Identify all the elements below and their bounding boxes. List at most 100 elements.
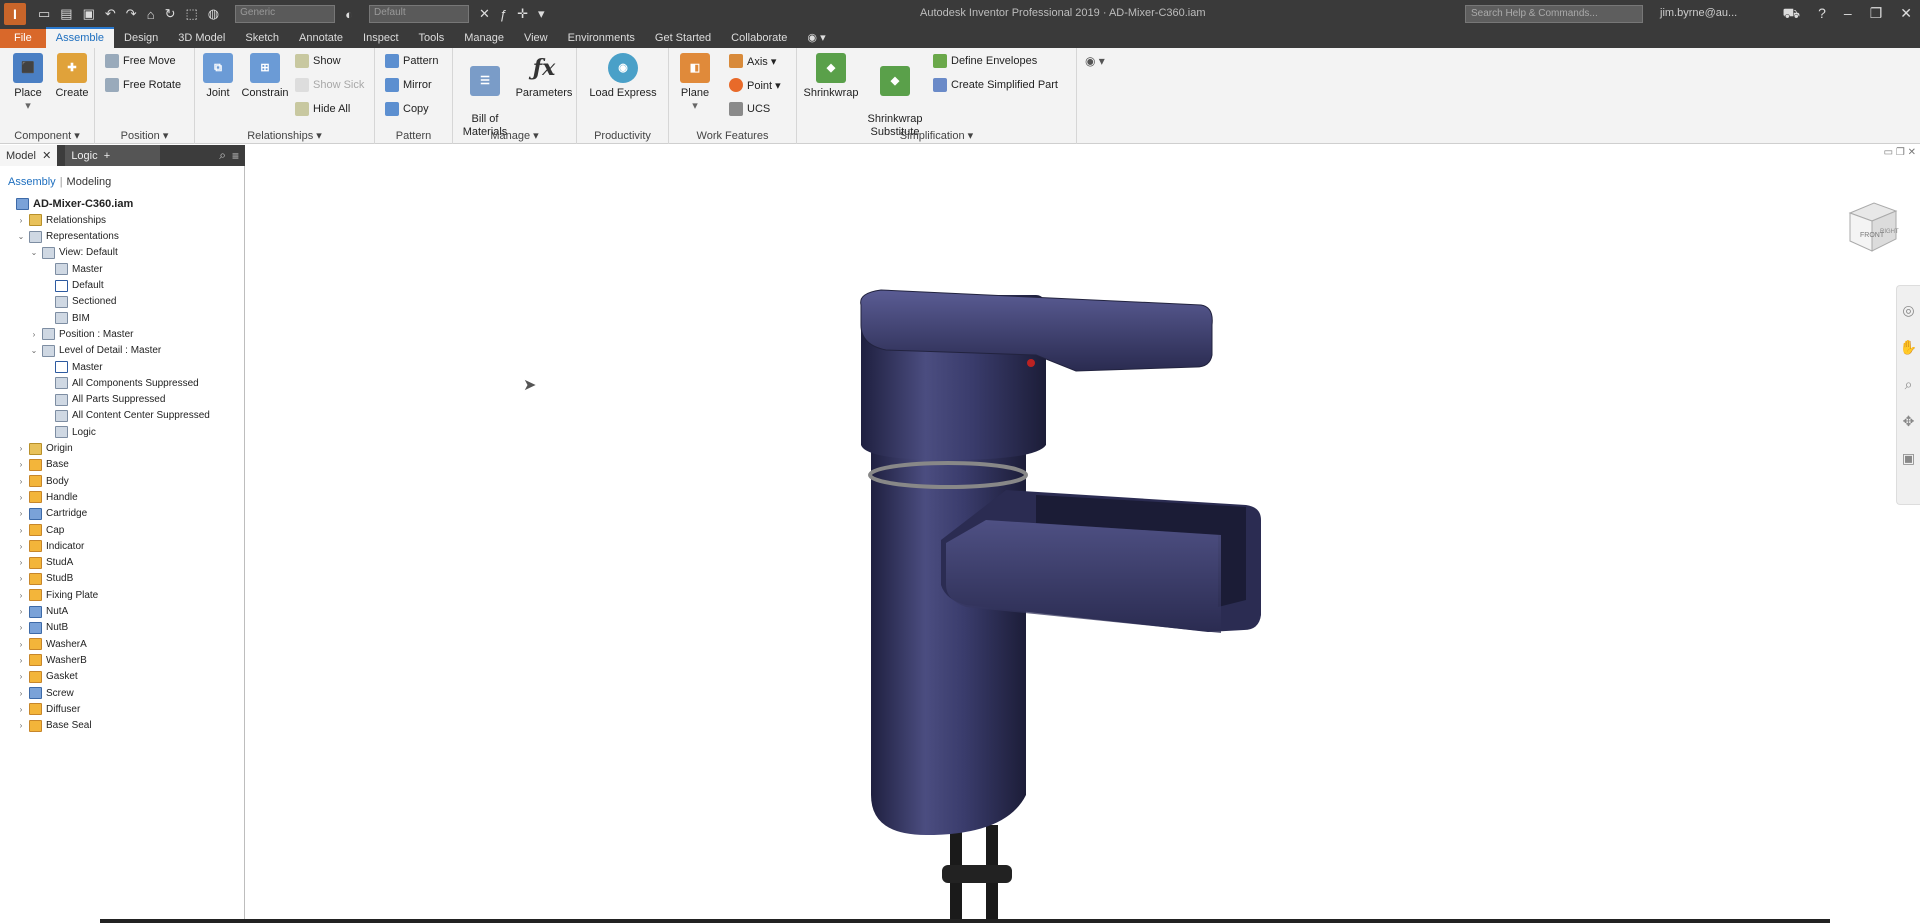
free-move-button[interactable]: Free Move [105, 54, 176, 68]
load-express-button[interactable]: ◉ Load Express [581, 53, 665, 100]
define-envelopes-button[interactable]: Define Envelopes [933, 54, 1037, 68]
home-icon[interactable]: ⌂ [147, 7, 155, 22]
expand-chevron-icon[interactable]: › [17, 623, 25, 632]
redo-icon[interactable]: ↷ [126, 6, 137, 22]
bill-of-materials-button[interactable]: ☰ Bill of Materials [457, 53, 513, 139]
ribbon-options-icon[interactable]: ◉ ▾ [1085, 54, 1105, 68]
tree-item[interactable]: › Indicator [17, 538, 84, 554]
position-panel-label[interactable]: Position ▾ [95, 129, 194, 142]
tree-item[interactable]: Default [43, 278, 104, 294]
menu-icon[interactable]: ≡ [232, 149, 245, 163]
expand-chevron-icon[interactable]: › [17, 526, 25, 535]
tab-file[interactable]: File [0, 29, 46, 48]
expand-chevron-icon[interactable]: › [17, 558, 25, 567]
expand-chevron-icon[interactable]: › [17, 493, 25, 502]
tree-item[interactable]: › Position : Master [30, 326, 133, 342]
tab-inspect[interactable]: Inspect [353, 29, 408, 48]
pan-icon[interactable]: ✋ [1900, 339, 1917, 356]
appearance-combo[interactable]: Default [368, 5, 469, 23]
graphics-viewport[interactable]: ▭ ❐ ✕ FRONT RIGHT ◎ ✋ ⌕ ✥ ▣ ➤ [246, 145, 1920, 923]
simplification-panel-label[interactable]: Simplification ▾ [797, 129, 1076, 142]
qat-dropdown-icon[interactable]: ▾ [538, 6, 545, 22]
cart-icon[interactable]: ⛟ [1782, 5, 1800, 24]
shrinkwrap-button[interactable]: ◆ Shrinkwrap [801, 53, 861, 100]
tree-item[interactable]: › Base [17, 457, 69, 473]
expand-chevron-icon[interactable]: › [17, 689, 25, 698]
expand-chevron-icon[interactable]: › [17, 721, 25, 730]
tree-item[interactable]: Master [43, 359, 103, 375]
save-icon[interactable]: ▣ [83, 6, 95, 22]
create-simplified-part-button[interactable]: Create Simplified Part [933, 78, 1058, 92]
undo-icon[interactable]: ↶ [105, 6, 116, 22]
help-search-input[interactable]: Search Help & Commands... [1465, 5, 1643, 23]
tree-item[interactable]: All Content Center Suppressed [43, 408, 210, 424]
fx-icon[interactable]: ƒ [500, 7, 507, 22]
tree-item[interactable]: › Fixing Plate [17, 587, 98, 603]
mirror-button[interactable]: Mirror [385, 78, 432, 92]
tab-environments[interactable]: Environments [558, 29, 645, 48]
tab-3d-model[interactable]: 3D Model [168, 29, 235, 48]
tree-item[interactable]: › Cartridge [17, 506, 87, 522]
update-icon[interactable]: ↻ [165, 6, 176, 22]
expand-chevron-icon[interactable]: › [30, 330, 38, 339]
look-at-icon[interactable]: ▣ [1902, 450, 1915, 467]
tab-manage[interactable]: Manage [454, 29, 514, 48]
constrain-button[interactable]: ⊞ Constrain [239, 53, 291, 100]
create-button[interactable]: ✚ Create [52, 53, 92, 100]
material-combo[interactable]: Generic [235, 5, 336, 23]
expand-chevron-icon[interactable]: › [17, 672, 25, 681]
tree-item[interactable]: ⌄ Representations [17, 229, 119, 245]
show-button[interactable]: Show [295, 54, 341, 68]
pattern-button[interactable]: Pattern [385, 54, 438, 68]
expand-chevron-icon[interactable]: ⌄ [30, 248, 38, 257]
copy-button[interactable]: Copy [385, 102, 429, 116]
tree-item[interactable]: › Cap [17, 522, 64, 538]
tree-item[interactable]: › Gasket [17, 669, 78, 685]
tab-view[interactable]: View [514, 29, 558, 48]
tree-item[interactable]: ⌄ View: Default [30, 245, 118, 261]
expand-chevron-icon[interactable]: › [17, 460, 25, 469]
subtab-modeling[interactable]: Modeling [67, 176, 112, 188]
tab-collaborate[interactable]: Collaborate [721, 29, 797, 48]
expand-chevron-icon[interactable]: › [17, 542, 25, 551]
expand-chevron-icon[interactable]: › [17, 509, 25, 518]
globe-icon[interactable]: ◍ [208, 6, 219, 22]
point-button[interactable]: Point ▾ [729, 78, 781, 92]
expand-chevron-icon[interactable]: ⌄ [17, 232, 25, 241]
tab-tools[interactable]: Tools [409, 29, 455, 48]
tab-logic[interactable]: Logic + [65, 145, 161, 166]
inventor-logo[interactable]: I [4, 3, 26, 25]
tree-item[interactable]: › Base Seal [17, 718, 92, 734]
tree-item[interactable]: BIM [43, 310, 90, 326]
tree-item[interactable]: › Origin [17, 441, 73, 457]
tab-sketch[interactable]: Sketch [235, 29, 289, 48]
select-icon[interactable]: ⬚ [185, 6, 197, 22]
viewcube[interactable]: FRONT RIGHT [1840, 195, 1902, 257]
expand-chevron-icon[interactable]: › [17, 607, 25, 616]
clear-appearance-icon[interactable]: ✕ [479, 6, 490, 22]
tree-item[interactable]: › Body [17, 473, 69, 489]
add-tab-icon[interactable]: + [104, 150, 110, 162]
ucs-button[interactable]: UCS [729, 102, 770, 116]
shrinkwrap-substitute-button[interactable]: ◆ Shrinkwrap Substitute [863, 53, 927, 139]
appearance-icon[interactable]: ◐ [345, 7, 353, 22]
tab-options-icon[interactable]: ◉ ▾ [797, 28, 835, 48]
tab-get-started[interactable]: Get Started [645, 29, 721, 48]
tree-item[interactable]: › NutA [17, 604, 68, 620]
tab-design[interactable]: Design [114, 29, 168, 48]
tab-annotate[interactable]: Annotate [289, 29, 353, 48]
joint-button[interactable]: ⧉ Joint [201, 53, 235, 100]
expand-chevron-icon[interactable]: ⌄ [30, 346, 38, 355]
tree-item[interactable]: › WasherA [17, 636, 87, 652]
expand-chevron-icon[interactable]: › [17, 705, 25, 714]
tree-item[interactable]: › Diffuser [17, 701, 80, 717]
expand-chevron-icon[interactable]: › [17, 656, 25, 665]
tree-item[interactable]: › StudA [17, 555, 73, 571]
help-icon[interactable]: ? [1818, 5, 1826, 24]
subtab-assembly[interactable]: Assembly [8, 176, 56, 188]
restore-icon[interactable]: ❐ [1870, 5, 1883, 24]
new-icon[interactable]: ▭ [38, 6, 50, 22]
tree-item[interactable]: › StudB [17, 571, 73, 587]
manage-panel-label[interactable]: Manage ▾ [453, 129, 576, 142]
tree-item[interactable]: AD-Mixer-C360.iam [4, 196, 133, 212]
